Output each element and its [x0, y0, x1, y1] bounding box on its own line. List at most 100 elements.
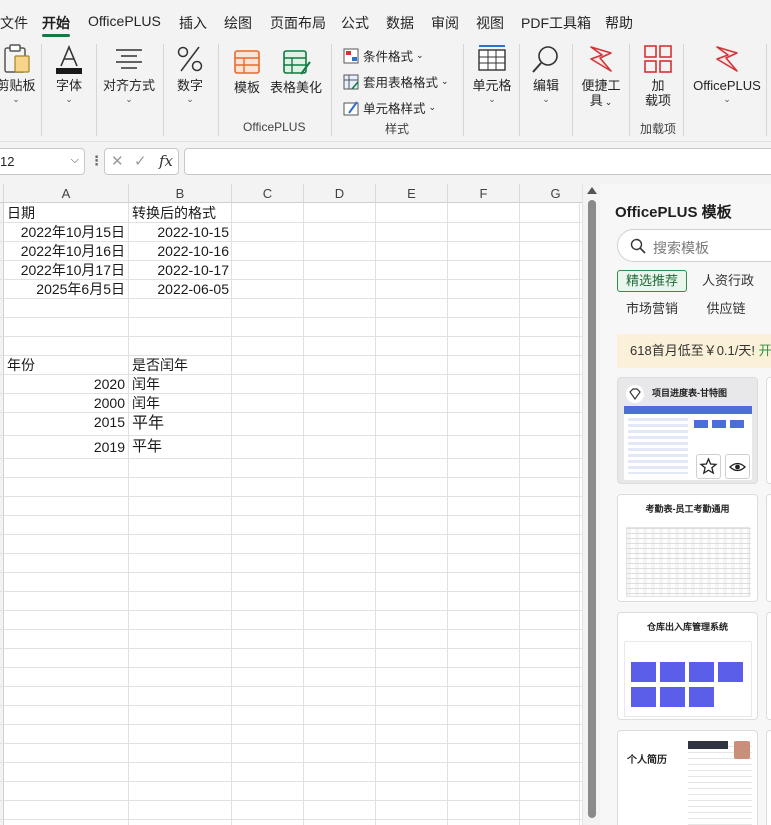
formula-bar: 12 ⌵ ⋮ ✕ ✓ fx	[0, 142, 771, 184]
vertical-scrollbar[interactable]	[582, 184, 600, 825]
tab-page-layout[interactable]: 页面布局	[270, 13, 326, 33]
cancel-icon[interactable]: ✕	[111, 152, 124, 170]
tab-view[interactable]: 视图	[476, 13, 504, 33]
promo-link[interactable]: 开	[759, 343, 771, 358]
conditional-format-button[interactable]: 条件格式 ⌄	[343, 46, 424, 65]
more-options-icon[interactable]: ⋮	[90, 153, 103, 169]
table-cell[interactable]: 2019	[4, 438, 125, 456]
table-cell[interactable]: 2022年10月16日	[4, 242, 125, 260]
cell-style-icon	[343, 100, 359, 115]
template-card[interactable]: 项目进度表-甘特图	[617, 377, 758, 484]
template-button[interactable]: 模板	[231, 48, 263, 96]
table-cell[interactable]: 平年	[132, 414, 164, 432]
gridline	[447, 203, 448, 825]
name-box[interactable]: 12 ⌵	[0, 148, 85, 175]
table-beautify-button[interactable]: 表格美化	[270, 48, 322, 96]
tab-pdf-toolbox[interactable]: PDF工具箱	[521, 13, 591, 33]
tab-help[interactable]: 帮助	[605, 13, 633, 33]
template-icon	[234, 50, 260, 74]
template-card-peek	[766, 377, 771, 484]
officeplus-template-panel: OfficePLUS 模板 搜索模板 精选推荐 人资行政 市场营销 供应链 61…	[600, 184, 771, 825]
chip-marketing[interactable]: 市场营销	[622, 299, 682, 321]
table-cell[interactable]: 闰年	[132, 394, 160, 412]
template-card-peek	[766, 494, 771, 602]
gridline	[0, 781, 582, 782]
officeplus-label: OfficePLUS	[693, 78, 761, 93]
template-thumbnail	[626, 527, 751, 598]
formula-input[interactable]	[184, 148, 771, 175]
worksheet-grid[interactable]: A B C D E F G 日期 转换后的格式 2022年10月15日 2022…	[0, 184, 582, 825]
cells-button[interactable]: 单元格 ⌄	[471, 44, 513, 104]
favorite-button[interactable]	[696, 454, 721, 479]
table-cell[interactable]: 2022-06-05	[129, 280, 229, 298]
tab-home[interactable]: 开始	[42, 13, 70, 33]
gridline	[0, 458, 582, 459]
tab-formulas[interactable]: 公式	[341, 13, 369, 33]
officeplus-button[interactable]: OfficePLUS ⌄	[692, 44, 762, 104]
table-cell[interactable]: 平年	[132, 438, 162, 456]
table-cell[interactable]: 2015	[4, 413, 125, 431]
tab-insert[interactable]: 插入	[179, 13, 207, 33]
gridline	[0, 298, 582, 299]
confirm-icon[interactable]: ✓	[134, 152, 147, 170]
tab-draw[interactable]: 绘图	[224, 13, 252, 33]
chip-hr-admin[interactable]: 人资行政	[700, 271, 756, 293]
table-cell[interactable]: 2022年10月15日	[4, 223, 125, 241]
number-format-button[interactable]: 数字 ⌄	[172, 44, 208, 104]
addins-button[interactable]: 加 载项	[640, 44, 676, 108]
alignment-button[interactable]: 对齐方式 ⌄	[103, 44, 155, 104]
column-header-f[interactable]: F	[448, 184, 520, 203]
scroll-thumb[interactable]	[588, 200, 596, 818]
template-card[interactable]: 考勤表-员工考勤通用	[617, 494, 758, 602]
ribbon-separator	[519, 44, 520, 136]
template-card[interactable]: 仓库出入库管理系统	[617, 612, 758, 720]
edit-button[interactable]: 编辑 ⌄	[528, 44, 564, 104]
table-cell[interactable]: 2025年6月5日	[4, 280, 125, 298]
table-cell[interactable]: 2022-10-15	[129, 223, 229, 241]
tab-data[interactable]: 数据	[386, 13, 414, 33]
clipboard-button[interactable]: 剪贴板 ⌄	[0, 44, 36, 104]
table-cell[interactable]: 2020	[4, 375, 125, 393]
gridline	[0, 515, 582, 516]
panel-title: OfficePLUS 模板	[615, 204, 732, 221]
column-header-a[interactable]: A	[4, 184, 129, 203]
cell-b-header[interactable]: 转换后的格式	[132, 204, 216, 222]
tab-review[interactable]: 审阅	[431, 13, 459, 33]
table-cell[interactable]: 2022年10月17日	[4, 261, 125, 279]
chevron-down-icon: ⌄	[428, 102, 437, 112]
template-thumbnail	[624, 641, 752, 717]
scroll-up-icon[interactable]	[587, 187, 597, 194]
chevron-down-icon[interactable]: ⌵	[71, 154, 79, 167]
gridline	[0, 591, 582, 592]
column-header-c[interactable]: C	[232, 184, 304, 203]
promo-banner[interactable]: 618首月低至￥0.1/天! 开	[617, 334, 771, 368]
cell-style-button[interactable]: 单元格样式 ⌄	[343, 98, 436, 117]
column-header-g[interactable]: G	[520, 184, 582, 203]
tab-file[interactable]: 文件	[0, 13, 28, 33]
menu-bar: 文件 开始 OfficePLUS 插入 绘图 页面布局 公式 数据 审阅 视图 …	[0, 0, 771, 40]
cell-year-header[interactable]: 年份	[7, 356, 35, 374]
quick-tools-button[interactable]: 便捷工 具 ⌄	[581, 44, 621, 109]
cell-a-header[interactable]: 日期	[7, 204, 35, 222]
chevron-down-icon: ⌄	[542, 94, 550, 104]
preview-button[interactable]	[725, 454, 750, 479]
column-header-d[interactable]: D	[304, 184, 376, 203]
font-button[interactable]: 字体 ⌄	[50, 44, 88, 104]
template-search-input[interactable]: 搜索模板	[617, 229, 771, 262]
template-card[interactable]: 个人简历	[617, 730, 758, 825]
ribbon-separator	[96, 44, 97, 136]
table-cell[interactable]: 2000	[4, 394, 125, 412]
table-cell[interactable]: 2022-10-16	[129, 242, 229, 260]
table-cell[interactable]: 2022-10-17	[129, 261, 229, 279]
gridline	[0, 629, 582, 630]
column-header-e[interactable]: E	[376, 184, 448, 203]
table-cell[interactable]: 闰年	[132, 375, 160, 393]
chip-supply-chain[interactable]: 供应链	[700, 299, 752, 321]
insert-function-icon[interactable]: fx	[159, 152, 173, 170]
column-header-b[interactable]: B	[129, 184, 232, 203]
format-as-table-button[interactable]: 套用表格格式 ⌄	[343, 72, 449, 91]
gridline	[0, 610, 582, 611]
chip-featured[interactable]: 精选推荐	[617, 270, 687, 292]
tab-officeplus[interactable]: OfficePLUS	[88, 13, 161, 29]
cell-leap-header[interactable]: 是否闰年	[132, 356, 188, 374]
